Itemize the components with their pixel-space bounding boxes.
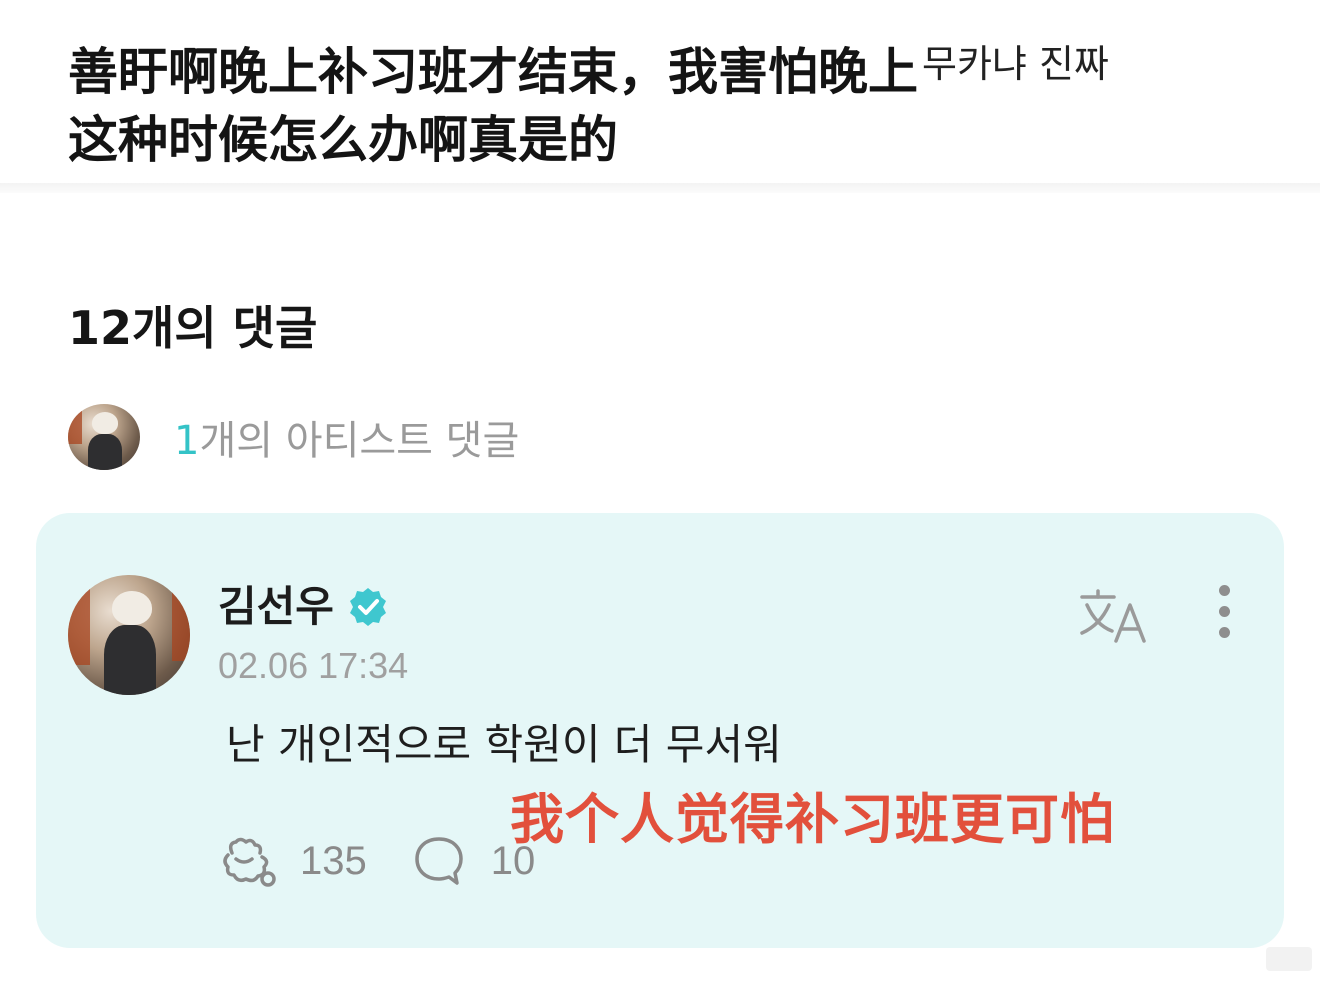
translate-icon[interactable] (1076, 587, 1150, 647)
author-avatar[interactable] (68, 575, 190, 695)
reply-count: 10 (490, 838, 536, 883)
artist-comments-row[interactable]: 1개의 아티스트 댓글 (68, 404, 519, 470)
post-overlay-korean: 무카냐 진짜 (922, 42, 1109, 86)
artist-avatar-small (68, 404, 140, 470)
like-count: 135 (300, 838, 367, 883)
artist-comments-label: 1개의 아티스트 댓글 (174, 408, 519, 466)
reply-bubble-icon[interactable] (409, 833, 469, 889)
author-name[interactable]: 김선우 (218, 573, 334, 634)
corner-watermark (1266, 947, 1312, 971)
post-line-2: 这种时候怎么办啊真是的 (68, 111, 618, 169)
artist-comment-count: 1 (174, 418, 200, 464)
artist-comments-text: 개의 아티스트 댓글 (199, 418, 520, 464)
post-line-1: 善盱啊晚上补习班才结束，我害怕晚上 무카냐 진짜 (68, 30, 1248, 106)
like-paw-icon[interactable] (218, 833, 278, 889)
section-divider (0, 183, 1320, 193)
post-text-line-1: 善盱啊晚上补习班才结束，我害怕晚上 (68, 43, 918, 101)
artist-comment-card: 김선우 02.06 17:34 난 개인적으로 학원이 더 무서워 我个人觉得补… (36, 513, 1284, 948)
comment-timestamp: 02.06 17:34 (218, 645, 409, 686)
translation-overlay-text: 我个人觉得补习班更可怕 (510, 788, 1115, 851)
comments-count-heading: 12개의 댓글 (68, 301, 318, 355)
reply-group: 10 (409, 833, 536, 889)
verified-badge-icon (350, 588, 386, 626)
more-vertical-icon[interactable] (1212, 585, 1236, 647)
post-body: 善盱啊晚上补习班才结束，我害怕晚上 무카냐 진짜 这种时候怎么办啊真是的 (68, 30, 1248, 174)
comment-text: 난 개인적으로 학원이 더 무서워 (226, 720, 782, 769)
comment-actions: 135 10 (218, 833, 535, 889)
